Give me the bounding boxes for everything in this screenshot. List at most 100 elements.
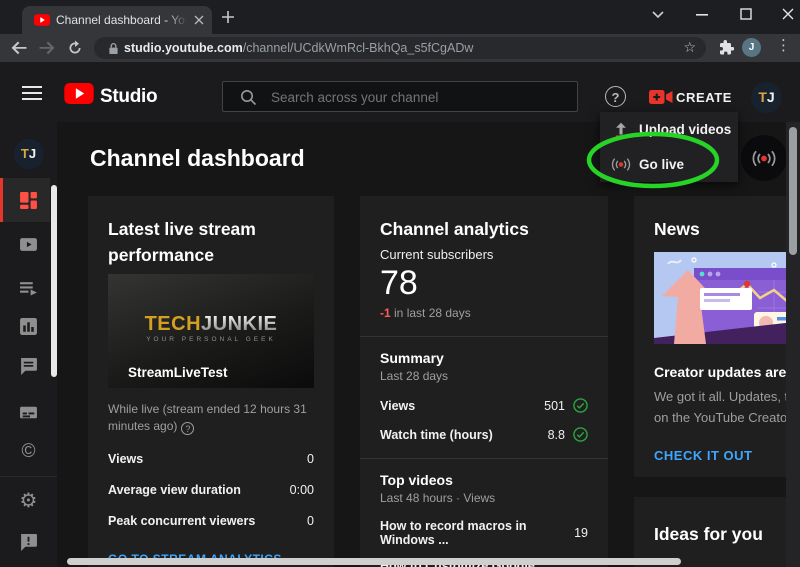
sidebar-item-copyright[interactable]: © xyxy=(0,432,57,472)
youtube-favicon xyxy=(34,14,50,26)
hamburger-menu-icon[interactable] xyxy=(22,86,42,100)
back-button[interactable] xyxy=(10,40,28,56)
go-live-icon xyxy=(611,158,631,171)
check-circle-icon xyxy=(573,427,588,442)
feedback-icon xyxy=(21,533,37,551)
search-box[interactable] xyxy=(222,81,578,112)
studio-sidebar: TJ © ⚙ xyxy=(0,122,57,567)
tab-close-icon[interactable] xyxy=(194,15,204,25)
create-videocam-icon[interactable] xyxy=(649,89,673,105)
playlists-icon xyxy=(20,281,37,295)
analytics-icon xyxy=(20,317,37,335)
news-card: News Creator updates are on We got it al… xyxy=(634,196,800,477)
stat-row-avg-duration: Average view duration 0:00 xyxy=(108,483,314,497)
browser-tab[interactable]: Channel dashboard - YouTube Stu xyxy=(22,6,212,34)
ideas-card: Ideas for you xyxy=(634,497,800,567)
sidebar-scrollbar-thumb[interactable] xyxy=(51,185,57,377)
help-icon[interactable]: ? xyxy=(605,86,626,107)
copyright-icon: © xyxy=(21,441,36,462)
url-text: studio.youtube.com/channel/UCdkWmRcl-Bkh… xyxy=(124,41,473,55)
comments-icon xyxy=(21,357,37,375)
top-videos-period: Last 48 hours · Views xyxy=(380,491,496,505)
search-input[interactable] xyxy=(269,84,563,111)
dashboard-content: Channel dashboard Latest live stream per… xyxy=(57,122,800,567)
upload-icon xyxy=(616,122,626,138)
news-card-title: News xyxy=(654,219,700,239)
techjunkie-tagline: YOUR PERSONAL GEEK xyxy=(146,336,276,343)
chrome-profile-avatar[interactable]: J xyxy=(742,38,761,57)
sidebar-item-feedback[interactable] xyxy=(0,522,57,562)
studio-brand-text[interactable]: Studio xyxy=(100,86,158,108)
summary-row-views: Views 501 xyxy=(380,398,588,413)
current-subscribers-label: Current subscribers xyxy=(380,247,494,262)
menu-item-label: Upload videos xyxy=(639,122,732,137)
check-it-out-link[interactable]: CHECK IT OUT xyxy=(654,448,800,463)
sidebar-item-playlists[interactable] xyxy=(0,268,57,308)
news-body: We got it all. Updates, tips on the YouT… xyxy=(654,389,800,425)
create-button[interactable]: CREATE xyxy=(676,90,732,105)
bookmark-star-icon[interactable]: ☆ xyxy=(683,39,696,56)
ideas-card-title: Ideas for you xyxy=(654,524,763,544)
url-host: studio.youtube.com xyxy=(124,41,243,55)
tab-search-chevron-icon[interactable] xyxy=(650,7,666,21)
news-headline: Creator updates are on xyxy=(654,364,800,380)
vertical-scrollbar-thumb[interactable] xyxy=(789,127,797,255)
stat-row-views: Views 0 xyxy=(108,452,314,466)
new-tab-button[interactable] xyxy=(222,11,234,23)
vertical-scrollbar[interactable] xyxy=(786,122,800,567)
sidebar-item-comments[interactable] xyxy=(0,346,57,386)
sidebar-channel-avatar[interactable]: TJ xyxy=(0,134,57,174)
stat-row-peak-viewers: Peak concurrent viewers 0 xyxy=(108,514,314,528)
summary-period: Last 28 days xyxy=(380,369,449,383)
tab-title-fade xyxy=(166,11,192,31)
menu-item-label: Go live xyxy=(639,157,685,172)
subtitles-icon xyxy=(20,406,37,418)
url-path: /channel/UCdkWmRcl-BkhQa_s5fCgADw xyxy=(242,41,474,55)
top-video-row[interactable]: How to record macros in Windows ... 19 xyxy=(380,519,588,547)
help-tooltip-icon[interactable]: ? xyxy=(181,422,195,435)
browser-toolbar: studio.youtube.com/channel/UCdkWmRcl-Bkh… xyxy=(0,34,800,62)
window-close-button[interactable] xyxy=(780,7,796,21)
summary-title: Summary xyxy=(380,350,444,366)
page-title: Channel dashboard xyxy=(90,145,305,171)
sidebar-item-content[interactable] xyxy=(0,224,57,264)
content-icon xyxy=(20,237,37,251)
address-bar[interactable]: studio.youtube.com/channel/UCdkWmRcl-Bkh… xyxy=(94,37,706,59)
techjunkie-logo: TECHJUNKIE xyxy=(144,313,278,335)
news-illustration xyxy=(654,252,800,344)
card-divider xyxy=(360,458,608,459)
forward-button[interactable] xyxy=(38,40,56,56)
channel-avatar[interactable]: TJ xyxy=(751,82,782,113)
sidebar-item-subtitles[interactable] xyxy=(0,392,57,432)
menu-item-upload-videos[interactable]: Upload videos xyxy=(600,112,738,147)
subscriber-count: 78 xyxy=(380,264,418,302)
youtube-logo[interactable] xyxy=(64,83,94,104)
horizontal-scrollbar-thumb[interactable] xyxy=(67,558,681,565)
sidebar-item-dashboard[interactable] xyxy=(0,180,57,220)
card-divider xyxy=(360,336,608,337)
live-card-title: Latest live stream performance xyxy=(108,219,256,265)
summary-row-watchtime: Watch time (hours) 8.8 xyxy=(380,427,588,442)
subscriber-delta: -1 in last 28 days xyxy=(380,306,471,320)
check-circle-icon xyxy=(573,398,588,413)
chrome-menu-kebab-icon[interactable]: ⋮ xyxy=(776,36,791,54)
lock-icon xyxy=(109,42,118,54)
settings-gear-icon: ⚙ xyxy=(19,489,38,512)
go-live-callout-button[interactable] xyxy=(741,135,787,181)
sidebar-divider xyxy=(0,476,57,477)
menu-item-go-live[interactable]: Go live xyxy=(600,147,738,182)
stream-thumbnail[interactable]: TECHJUNKIE YOUR PERSONAL GEEK StreamLive… xyxy=(108,274,314,388)
create-dropdown-menu: Upload videos Go live xyxy=(600,112,738,182)
channel-analytics-card: Channel analytics Current subscribers 78… xyxy=(360,196,608,567)
analytics-card-title: Channel analytics xyxy=(380,219,529,239)
top-videos-title: Top videos xyxy=(380,472,453,488)
sidebar-item-settings[interactable]: ⚙ xyxy=(0,480,57,520)
search-icon xyxy=(241,90,257,106)
reload-button[interactable] xyxy=(66,40,84,56)
window-maximize-button[interactable] xyxy=(738,7,754,21)
window-minimize-button[interactable] xyxy=(694,7,710,21)
extensions-puzzle-icon[interactable] xyxy=(719,40,734,56)
sidebar-item-analytics[interactable] xyxy=(0,306,57,346)
stream-name: StreamLiveTest xyxy=(128,365,228,380)
go-live-icon xyxy=(752,150,776,166)
